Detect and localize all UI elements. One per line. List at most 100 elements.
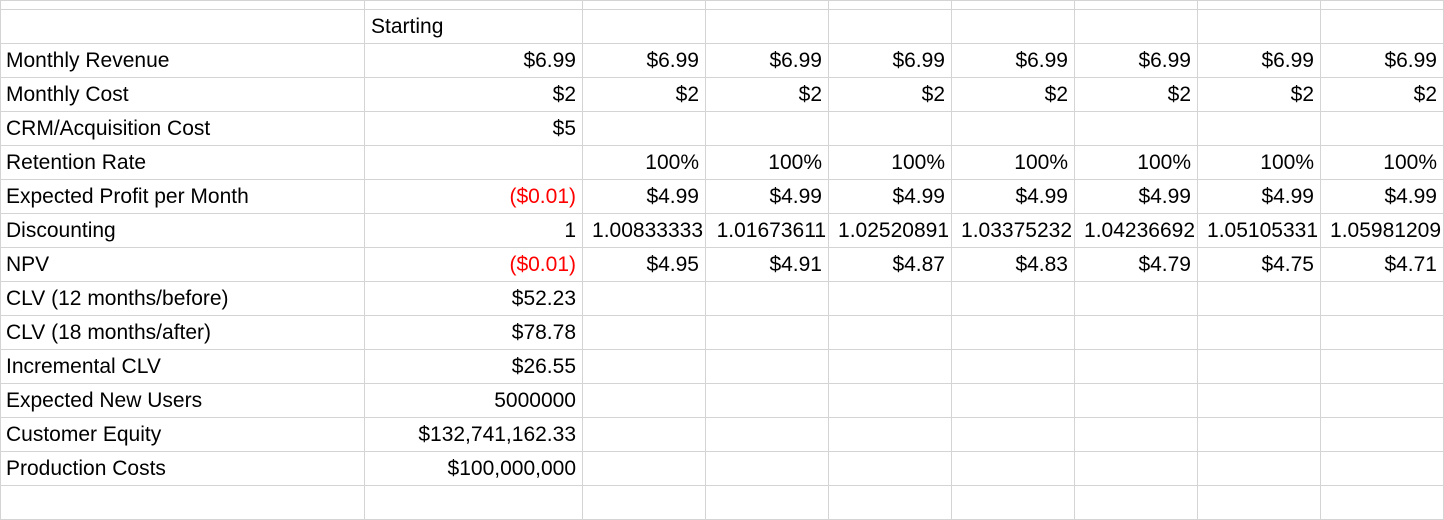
value-cell[interactable]: $4.99 bbox=[1320, 179, 1444, 214]
cell[interactable] bbox=[582, 383, 706, 418]
cell[interactable] bbox=[582, 451, 706, 486]
value-cell[interactable]: $2 bbox=[705, 77, 829, 112]
cell[interactable] bbox=[828, 315, 952, 350]
cell[interactable] bbox=[1320, 315, 1444, 350]
cell[interactable] bbox=[828, 451, 952, 486]
cell[interactable] bbox=[1197, 281, 1321, 316]
cell[interactable] bbox=[705, 383, 829, 418]
row-label[interactable]: Retention Rate bbox=[0, 145, 365, 180]
value-cell[interactable]: 1.03375232 bbox=[951, 213, 1075, 248]
value-cell[interactable]: $5 bbox=[364, 111, 583, 146]
value-cell[interactable]: ($0.01) bbox=[364, 247, 583, 282]
value-cell[interactable]: $6.99 bbox=[828, 43, 952, 78]
cell[interactable] bbox=[0, 0, 365, 10]
cell[interactable] bbox=[1320, 111, 1444, 146]
value-cell[interactable]: $2 bbox=[828, 77, 952, 112]
value-cell[interactable]: 1.00833333 bbox=[582, 213, 706, 248]
value-cell[interactable]: $4.91 bbox=[705, 247, 829, 282]
cell[interactable] bbox=[1074, 111, 1198, 146]
value-cell[interactable]: 1.05981209 bbox=[1320, 213, 1444, 248]
cell[interactable] bbox=[582, 9, 706, 44]
value-cell[interactable]: $4.99 bbox=[1197, 179, 1321, 214]
cell[interactable] bbox=[582, 281, 706, 316]
row-label[interactable]: Expected New Users bbox=[0, 383, 365, 418]
value-cell[interactable]: 5000000 bbox=[364, 383, 583, 418]
cell[interactable] bbox=[951, 315, 1075, 350]
value-cell[interactable]: $2 bbox=[582, 77, 706, 112]
value-cell[interactable]: $6.99 bbox=[1074, 43, 1198, 78]
cell[interactable] bbox=[1197, 383, 1321, 418]
cell[interactable] bbox=[828, 485, 952, 520]
cell[interactable] bbox=[1197, 0, 1321, 10]
value-cell[interactable]: 1.04236692 bbox=[1074, 213, 1198, 248]
cell[interactable] bbox=[705, 417, 829, 452]
cell[interactable] bbox=[1197, 315, 1321, 350]
value-cell[interactable]: 100% bbox=[828, 145, 952, 180]
value-cell[interactable]: ($0.01) bbox=[364, 179, 583, 214]
cell[interactable] bbox=[1197, 9, 1321, 44]
cell[interactable] bbox=[582, 349, 706, 384]
value-cell[interactable]: 100% bbox=[582, 145, 706, 180]
cell[interactable] bbox=[951, 451, 1075, 486]
cell[interactable] bbox=[1074, 349, 1198, 384]
value-cell[interactable]: $2 bbox=[1197, 77, 1321, 112]
value-cell[interactable]: $132,741,162.33 bbox=[364, 417, 583, 452]
value-cell[interactable]: $6.99 bbox=[364, 43, 583, 78]
cell[interactable] bbox=[582, 111, 706, 146]
cell[interactable] bbox=[1074, 9, 1198, 44]
value-cell[interactable]: $2 bbox=[1320, 77, 1444, 112]
row-label[interactable]: NPV bbox=[0, 247, 365, 282]
value-cell[interactable]: $4.95 bbox=[582, 247, 706, 282]
cell[interactable] bbox=[951, 485, 1075, 520]
cell[interactable] bbox=[705, 485, 829, 520]
cell[interactable] bbox=[1320, 281, 1444, 316]
value-cell[interactable] bbox=[364, 145, 583, 180]
value-cell[interactable]: $2 bbox=[1074, 77, 1198, 112]
cell[interactable] bbox=[828, 281, 952, 316]
value-cell[interactable]: 100% bbox=[1074, 145, 1198, 180]
row-label[interactable]: Incremental CLV bbox=[0, 349, 365, 384]
cell[interactable] bbox=[705, 451, 829, 486]
row-label[interactable]: CRM/Acquisition Cost bbox=[0, 111, 365, 146]
cell[interactable] bbox=[1320, 9, 1444, 44]
value-cell[interactable]: $26.55 bbox=[364, 349, 583, 384]
cell[interactable] bbox=[582, 417, 706, 452]
value-cell[interactable]: $6.99 bbox=[582, 43, 706, 78]
value-cell[interactable]: $4.99 bbox=[582, 179, 706, 214]
cell[interactable] bbox=[705, 9, 829, 44]
cell[interactable] bbox=[0, 485, 365, 520]
value-cell[interactable]: 100% bbox=[1197, 145, 1321, 180]
cell[interactable] bbox=[1074, 451, 1198, 486]
cell[interactable] bbox=[828, 417, 952, 452]
cell[interactable] bbox=[951, 111, 1075, 146]
cell[interactable] bbox=[705, 315, 829, 350]
row-label[interactable]: Customer Equity bbox=[0, 417, 365, 452]
cell[interactable] bbox=[951, 9, 1075, 44]
cell[interactable] bbox=[1197, 451, 1321, 486]
cell[interactable] bbox=[951, 281, 1075, 316]
cell[interactable] bbox=[1320, 485, 1444, 520]
cell[interactable] bbox=[951, 0, 1075, 10]
value-cell[interactable]: $4.99 bbox=[1074, 179, 1198, 214]
value-cell[interactable]: 1.02520891 bbox=[828, 213, 952, 248]
value-cell[interactable]: $78.78 bbox=[364, 315, 583, 350]
cell[interactable] bbox=[0, 9, 365, 44]
cell[interactable] bbox=[1197, 417, 1321, 452]
cell[interactable] bbox=[705, 0, 829, 10]
row-label[interactable]: Production Costs bbox=[0, 451, 365, 486]
value-cell[interactable]: $4.71 bbox=[1320, 247, 1444, 282]
cell[interactable] bbox=[951, 349, 1075, 384]
value-cell[interactable]: $4.83 bbox=[951, 247, 1075, 282]
value-cell[interactable]: 1.01673611 bbox=[705, 213, 829, 248]
cell[interactable] bbox=[1320, 417, 1444, 452]
cell[interactable] bbox=[1320, 349, 1444, 384]
cell[interactable] bbox=[582, 485, 706, 520]
cell[interactable] bbox=[705, 349, 829, 384]
cell[interactable] bbox=[1074, 383, 1198, 418]
cell[interactable] bbox=[951, 417, 1075, 452]
cell[interactable] bbox=[1197, 349, 1321, 384]
value-cell[interactable]: 100% bbox=[951, 145, 1075, 180]
row-label[interactable]: Discounting bbox=[0, 213, 365, 248]
cell[interactable] bbox=[1074, 315, 1198, 350]
cell[interactable] bbox=[582, 315, 706, 350]
